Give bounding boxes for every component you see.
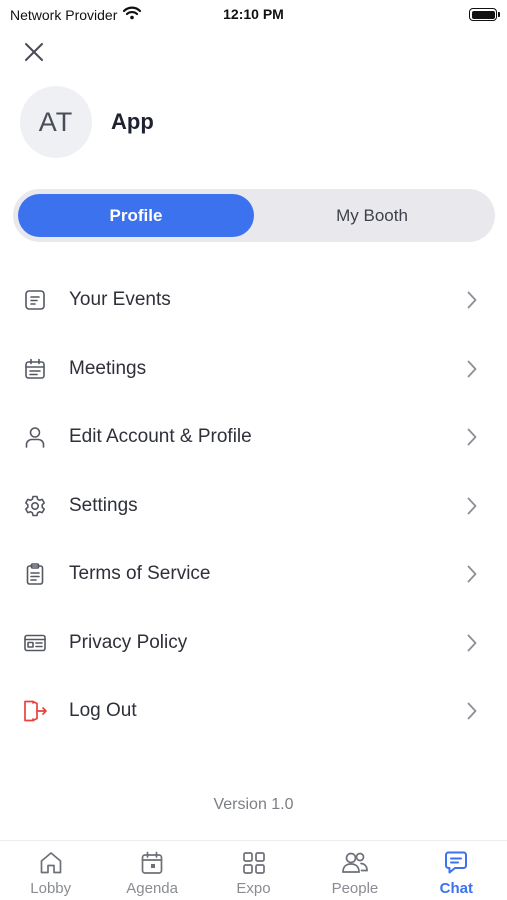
- logout-icon: [22, 698, 48, 724]
- menu-label: Terms of Service: [69, 563, 211, 585]
- tab-expo[interactable]: Expo: [203, 841, 304, 900]
- avatar-initials: AT: [38, 106, 74, 137]
- menu-item-logout[interactable]: Log Out: [0, 677, 507, 746]
- tab-people[interactable]: People: [304, 841, 405, 900]
- id-card-icon: [22, 630, 48, 656]
- clipboard-icon: [22, 561, 48, 587]
- menu-item-meetings[interactable]: Meetings: [0, 335, 507, 404]
- battery-icon: [469, 8, 500, 21]
- app-version: Version 1.0: [213, 796, 294, 813]
- segment-my-booth[interactable]: My Booth: [254, 194, 490, 237]
- tab-label: Chat: [439, 880, 473, 897]
- profile-name: App: [111, 109, 154, 134]
- menu-item-terms[interactable]: Terms of Service: [0, 540, 507, 609]
- menu-item-your-events[interactable]: Your Events: [0, 266, 507, 335]
- menu-label: Edit Account & Profile: [69, 426, 252, 448]
- chevron-right-icon: [465, 290, 479, 310]
- menu-label: Your Events: [69, 289, 171, 311]
- menu-label: Log Out: [69, 700, 137, 722]
- tab-agenda[interactable]: Agenda: [101, 841, 202, 900]
- segment-profile[interactable]: Profile: [18, 194, 254, 237]
- profile-segmented-control: Profile My Booth: [13, 189, 495, 242]
- menu-item-edit-account[interactable]: Edit Account & Profile: [0, 403, 507, 472]
- avatar[interactable]: AT: [20, 86, 92, 158]
- tab-label: Expo: [236, 880, 271, 897]
- menu-label: Settings: [69, 494, 138, 516]
- tab-chat[interactable]: Chat: [406, 841, 507, 900]
- chevron-right-icon: [465, 359, 479, 379]
- menu-label: Meetings: [69, 357, 147, 379]
- menu-item-privacy[interactable]: Privacy Policy: [0, 609, 507, 678]
- chevron-right-icon: [465, 564, 479, 584]
- clock: 12:10 PM: [223, 6, 284, 22]
- menu-item-settings[interactable]: Settings: [0, 472, 507, 541]
- chat-icon: [442, 849, 470, 877]
- events-icon: [22, 287, 48, 313]
- chevron-right-icon: [465, 701, 479, 721]
- tab-label: People: [331, 880, 379, 897]
- agenda-icon: [138, 849, 166, 877]
- chevron-right-icon: [465, 427, 479, 447]
- tab-lobby[interactable]: Lobby: [0, 841, 101, 900]
- close-icon: [25, 43, 43, 61]
- status-bar: Network Provider 12:10 PM: [0, 0, 507, 28]
- menu-label: Privacy Policy: [69, 631, 188, 653]
- close-button[interactable]: [22, 40, 46, 64]
- gear-icon: [22, 493, 48, 519]
- tab-label: Lobby: [30, 880, 72, 897]
- settings-menu: Your Events Meetings Edit Account & Prof…: [0, 266, 507, 746]
- bottom-tab-bar: Lobby Agenda Expo People Chat: [0, 840, 507, 900]
- calendar-icon: [22, 356, 48, 382]
- home-icon: [37, 849, 65, 877]
- user-icon: [22, 424, 48, 450]
- chevron-right-icon: [465, 633, 479, 653]
- chevron-right-icon: [465, 496, 479, 516]
- tab-label: Agenda: [126, 880, 178, 897]
- grid-icon: [240, 849, 268, 877]
- people-icon: [341, 849, 369, 877]
